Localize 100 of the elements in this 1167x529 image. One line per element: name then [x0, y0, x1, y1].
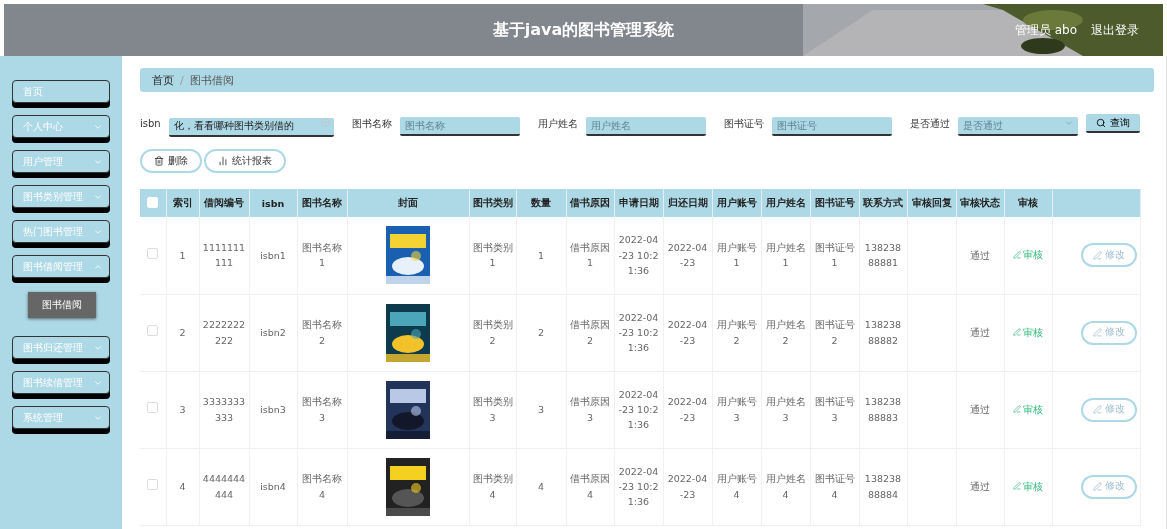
table-cell: 4444444444 [202, 473, 246, 500]
table-cell: 2022-04-23 10:21:36 [618, 234, 659, 276]
table-cell: 通过 [970, 403, 990, 415]
logout-link[interactable]: 退出登录 [1091, 21, 1139, 39]
column-header: 审核回复 [907, 189, 956, 217]
search-button[interactable]: 查询 [1085, 114, 1140, 133]
chevron-icon [1063, 118, 1074, 128]
edit-icon [1013, 250, 1021, 259]
table-cell: 13823888883 [864, 396, 902, 423]
edit-button[interactable]: 修改 [1080, 243, 1137, 268]
table-cell: 图书类别1 [472, 242, 513, 269]
table-cell: 用户账号3 [716, 396, 757, 423]
breadcrumb-item[interactable]: 首页 [152, 72, 174, 88]
edit-button[interactable]: 修改 [1080, 320, 1137, 345]
input-field[interactable]: 图书名称 [399, 117, 520, 136]
column-header: 审核 [1004, 189, 1052, 217]
table-cell: isbn4 [260, 480, 286, 492]
column-header: 借书原因 [566, 189, 614, 217]
table-cell: isbn1 [260, 249, 286, 261]
table-cell: 用户账号2 [716, 319, 757, 346]
table-cell: 图书证号1 [814, 242, 855, 269]
table-cell: 2022-04-23 [667, 473, 708, 500]
checkbox[interactable] [147, 401, 159, 413]
input-field[interactable]: 化，看看哪种图书类别借的 [168, 117, 334, 137]
checkbox[interactable] [147, 247, 159, 259]
column-header: 封面 [347, 189, 469, 217]
table-cell: 通过 [970, 480, 990, 492]
edit-icon [1092, 482, 1102, 491]
field-label: 是否通过 [909, 116, 950, 131]
select-field[interactable]: 是否通过 [957, 117, 1078, 136]
table-cell: 图书名称1 [302, 242, 342, 269]
table-cell: 借书原因3 [570, 396, 610, 423]
table-cell: 图书类别2 [472, 319, 513, 346]
checkbox[interactable] [147, 324, 159, 336]
column-header: 借阅编号 [199, 189, 249, 217]
edit-icon [1092, 405, 1102, 414]
breadcrumb-item[interactable]: 图书借阅 [189, 72, 234, 88]
table-cell: 1111111111 [202, 242, 246, 269]
column-header: 用户账号 [712, 189, 761, 217]
review-link[interactable]: 审核 [1013, 247, 1043, 263]
bar-chart-icon [218, 156, 228, 166]
table-cell: 13823888882 [864, 319, 902, 346]
edit-icon [1092, 250, 1102, 260]
table-cell: 图书证号3 [814, 396, 855, 423]
column-header: 索引 [166, 189, 199, 217]
table-cell: 2022-04-23 10:21:36 [618, 465, 659, 508]
table-cell: 2222222222 [202, 319, 246, 346]
checkbox[interactable] [147, 478, 159, 490]
column-header: 图书类别 [469, 189, 516, 217]
column-header: 图书证号 [810, 189, 859, 217]
table-cell: 2022-04-23 10:21:36 [618, 388, 659, 431]
column-header: 联系方式 [859, 189, 907, 217]
input-field[interactable]: 图书证号 [771, 117, 892, 136]
report-button[interactable]: 统计报表 [204, 149, 286, 173]
table-cell: 4 [179, 480, 186, 492]
table-cell: 用户账号4 [716, 473, 757, 500]
table-cell: 用户姓名4 [765, 473, 806, 500]
field-label: 图书名称 [351, 116, 392, 131]
app-title: 基于java的图书管理系统 [492, 19, 675, 41]
submenu-item[interactable]: 图书借阅 [28, 292, 96, 318]
review-link[interactable]: 审核 [1013, 401, 1043, 417]
column-header: 申请日期 [614, 189, 663, 217]
table-cell: 图书证号4 [814, 473, 855, 500]
input-field[interactable]: 用户姓名 [585, 117, 706, 136]
field-label: 图书证号 [723, 116, 764, 131]
breadcrumb-separator: / [180, 73, 184, 87]
table-cell: 1 [537, 249, 544, 261]
table-cell: 图书名称3 [302, 396, 342, 423]
table-cell: 2022-04-23 10:21:36 [618, 311, 659, 354]
edit-button[interactable]: 修改 [1080, 474, 1137, 499]
column-header: isbn [249, 189, 297, 217]
field-label: isbn [140, 118, 161, 129]
delete-button[interactable]: 删除 [140, 149, 202, 173]
table-cell: 借书原因2 [570, 319, 610, 346]
column-header: 数量 [516, 189, 566, 217]
table-cell: 3333333333 [202, 396, 246, 423]
clear-icon[interactable] [320, 118, 330, 127]
trash-icon [154, 156, 164, 166]
review-link[interactable]: 审核 [1013, 324, 1043, 340]
table-cell: 图书证号2 [814, 319, 855, 346]
table-cell: 图书类别3 [472, 396, 513, 423]
user-name: 管理员 abo [1014, 21, 1077, 39]
table-cell: 2 [179, 326, 186, 338]
table-cell: 3 [179, 403, 186, 415]
edit-icon [1013, 405, 1021, 414]
table-cell: isbn3 [260, 403, 286, 415]
edit-button[interactable]: 修改 [1080, 397, 1137, 422]
table-cell: 通过 [970, 326, 990, 338]
table-cell: 借书原因4 [570, 473, 610, 500]
column-header: 用户姓名 [761, 189, 810, 217]
table-cell: 13823888884 [864, 473, 902, 500]
table-cell: 借书原因1 [570, 242, 610, 269]
table-cell: 用户账号1 [716, 242, 757, 269]
table-cell: 通过 [970, 249, 990, 261]
field-label: 用户姓名 [537, 116, 578, 131]
review-link[interactable]: 审核 [1013, 478, 1043, 494]
edit-icon [1092, 328, 1102, 337]
table-cell: 2 [537, 326, 544, 338]
edit-icon [1013, 328, 1021, 337]
table-cell: 图书类别4 [472, 473, 513, 500]
